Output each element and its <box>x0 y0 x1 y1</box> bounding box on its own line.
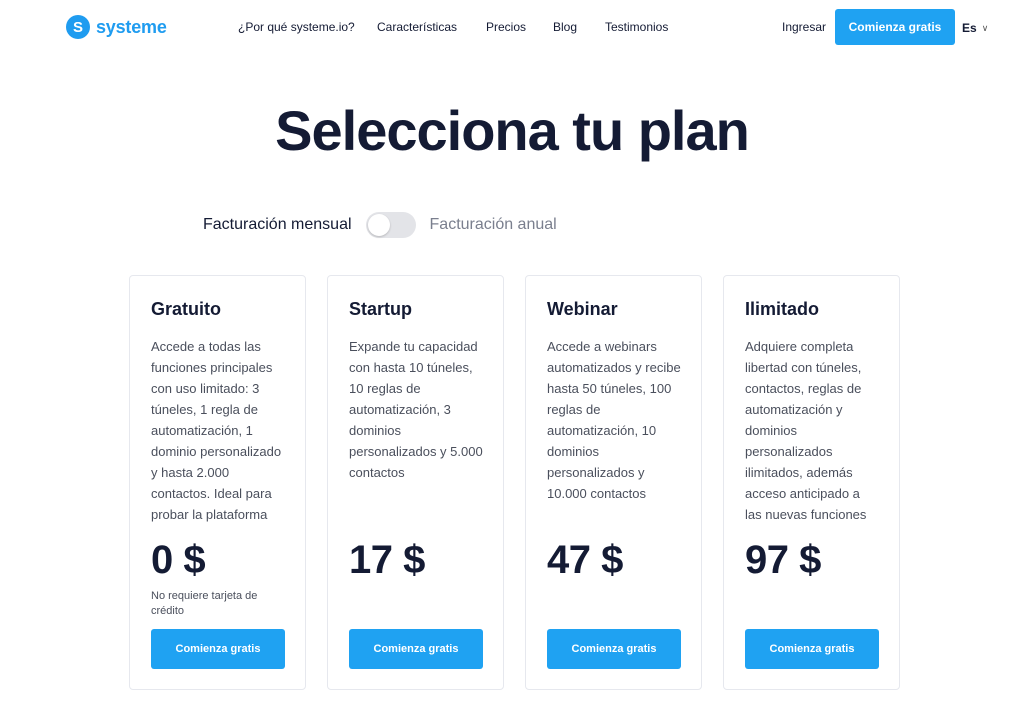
plan-card-webinar: Webinar Accede a webinars automatizados … <box>525 275 702 690</box>
nav-link-why[interactable]: ¿Por qué systeme.io? <box>238 20 355 34</box>
plan-start-free-button[interactable]: Comienza gratis <box>547 629 681 669</box>
plan-description: Adquiere completa libertad con túneles, … <box>745 339 867 522</box>
billing-toggle[interactable] <box>365 212 416 238</box>
plan-name: Startup <box>349 299 412 319</box>
plan-name: Ilimitado <box>745 299 820 319</box>
billing-monthly-label[interactable]: Facturación mensual <box>203 216 352 234</box>
plan-price: 97 $ <box>745 538 821 582</box>
plan-card-startup: Startup Expande tu capacidad con hasta 1… <box>327 275 504 690</box>
nav-link-features[interactable]: Características <box>377 20 457 34</box>
nav-link-testimonials[interactable]: Testimonios <box>605 20 668 34</box>
plan-card-free: Gratuito Accede a todas las funciones pr… <box>129 275 306 690</box>
plan-price-note: No requiere tarjeta de crédito <box>151 590 258 617</box>
chevron-down-icon: ∨ <box>981 22 989 33</box>
start-free-button[interactable]: Comienza gratis <box>835 9 955 45</box>
language-label: Es <box>962 21 977 35</box>
billing-toggle-group: Facturación mensual Facturación anual <box>203 211 557 239</box>
plan-card-unlimited: Ilimitado Adquiere completa libertad con… <box>723 275 900 690</box>
page-title: Selecciona tu plan <box>275 99 750 162</box>
plan-start-free-button[interactable]: Comienza gratis <box>349 629 483 669</box>
systeme-logo[interactable]: S systeme <box>66 15 167 39</box>
plan-start-free-button[interactable]: Comienza gratis <box>151 629 285 669</box>
nav-link-pricing[interactable]: Precios <box>486 20 526 34</box>
nav-link-blog[interactable]: Blog <box>553 20 577 34</box>
plan-price: 17 $ <box>349 538 425 582</box>
plan-price: 47 $ <box>547 538 623 582</box>
toggle-knob <box>367 214 390 236</box>
top-nav: S systeme ¿Por qué systeme.io? Caracterí… <box>0 0 1024 56</box>
plan-description: Expande tu capacidad con hasta 10 túnele… <box>349 339 483 480</box>
plan-price: 0 $ <box>151 538 206 582</box>
billing-annual-label[interactable]: Facturación anual <box>430 216 557 234</box>
plan-description: Accede a webinars automatizados y recibe… <box>547 339 681 501</box>
plan-name: Gratuito <box>151 299 221 319</box>
logo-icon: S <box>66 15 90 39</box>
language-selector[interactable]: Es ∨ <box>962 21 988 35</box>
plan-name: Webinar <box>547 299 618 319</box>
signin-link[interactable]: Ingresar <box>782 20 826 34</box>
logo-text: systeme <box>96 16 167 37</box>
plan-start-free-button[interactable]: Comienza gratis <box>745 629 879 669</box>
plan-description: Accede a todas las funciones principales… <box>151 339 282 522</box>
